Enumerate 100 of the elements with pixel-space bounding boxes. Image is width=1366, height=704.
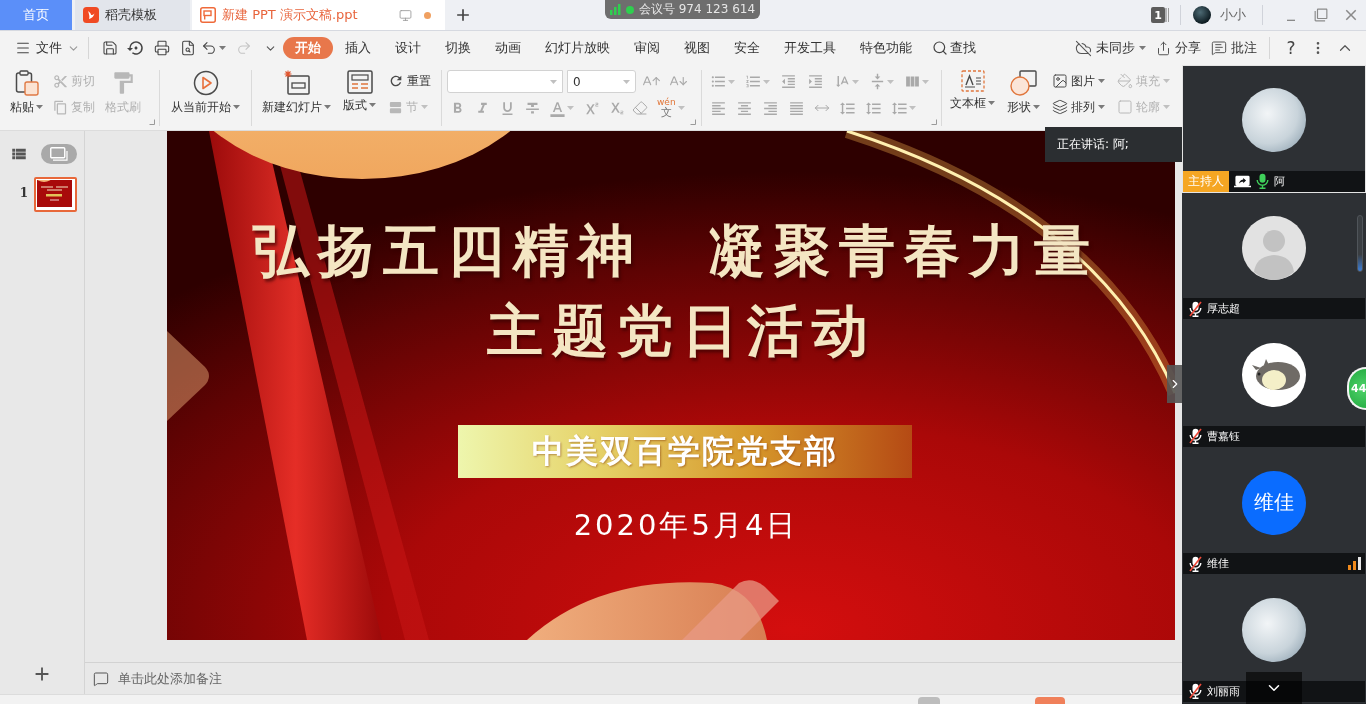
caret-icon [988, 101, 995, 105]
print-preview-icon[interactable] [180, 40, 196, 56]
refresh-icon [388, 73, 404, 89]
status-bar-button[interactable] [918, 697, 940, 704]
comment-icon [1211, 40, 1227, 56]
copy-icon [53, 99, 68, 115]
share-button[interactable]: 分享 [1156, 39, 1201, 57]
caret-icon [1098, 79, 1105, 83]
layout-button[interactable]: 版式 [341, 70, 378, 126]
slide-thumbnail[interactable] [34, 177, 77, 212]
caret-icon[interactable] [763, 79, 770, 84]
dialog-launcher-icon[interactable] [690, 119, 696, 125]
ribbon-tab[interactable]: 安全 [722, 37, 772, 59]
window-count-badge[interactable]: 1 [1151, 7, 1165, 23]
paint-bucket-icon [1117, 73, 1133, 89]
user-name[interactable]: 小小 [1220, 6, 1246, 24]
layout-icon [346, 70, 373, 94]
new-slide-button[interactable]: 新建幻灯片 [260, 70, 333, 126]
paste-button[interactable]: 粘贴 [8, 70, 45, 126]
font-size-field[interactable]: 0 [567, 70, 636, 93]
notes-field[interactable]: 单击此处添加备注 [118, 671, 378, 686]
slide-date: 2020年5月4日 [573, 507, 799, 543]
collapse-panel-button[interactable] [1167, 365, 1182, 403]
caret-icon[interactable] [219, 46, 226, 50]
ribbon-tab[interactable]: 视图 [672, 37, 722, 59]
user-avatar[interactable] [1193, 6, 1211, 24]
dialog-launcher-icon[interactable] [931, 119, 937, 125]
shape-button[interactable]: 形状 [1005, 70, 1042, 126]
shapes-icon [1009, 70, 1038, 96]
search-button[interactable]: 查找 [932, 39, 976, 57]
host-badge: 主持人 [1183, 170, 1229, 192]
section-icon [388, 99, 403, 115]
caret-icon [1098, 105, 1105, 109]
text-box-button[interactable]: 文本框 [948, 70, 997, 126]
share-icon [1156, 40, 1171, 56]
presentation-file-icon [200, 7, 216, 23]
caret-icon [550, 80, 557, 84]
cloud-off-icon [1075, 39, 1092, 57]
dialog-launcher-icon[interactable] [149, 119, 155, 125]
muted-mic-icon[interactable] [1189, 300, 1202, 317]
arrange-button[interactable]: 排列 [1050, 96, 1107, 118]
caret-icon [1163, 79, 1170, 83]
initials-avatar: 维佳 [1242, 470, 1306, 535]
ribbon-tab[interactable]: 切换 [433, 37, 483, 59]
muted-mic-icon[interactable] [1189, 683, 1202, 700]
new-slide-icon [283, 70, 310, 96]
ribbon-tab[interactable]: 动画 [483, 37, 533, 59]
print-icon[interactable] [154, 40, 170, 56]
caret-icon [421, 105, 428, 109]
status-bar-button[interactable] [1035, 697, 1065, 704]
participant-name: 阿 [1274, 173, 1285, 189]
image-icon [1052, 73, 1068, 89]
sync-button[interactable]: 未同步 [1075, 39, 1146, 57]
caret-icon[interactable] [852, 79, 859, 84]
caret-icon [1033, 105, 1040, 109]
participant-name: 刘丽雨 [1207, 683, 1240, 699]
font-name-field[interactable] [447, 70, 563, 93]
menu-icon [15, 40, 31, 56]
ribbon-tab[interactable]: 特色功能 [848, 37, 924, 59]
caret-icon[interactable] [909, 106, 916, 110]
monitor-icon[interactable] [399, 8, 412, 22]
undo-icon[interactable] [201, 40, 217, 56]
ribbon-tab[interactable]: 审阅 [622, 37, 672, 59]
mic-icon[interactable] [1256, 173, 1269, 190]
participant-name: 厚志超 [1207, 301, 1240, 317]
ribbon-tab[interactable]: 开发工具 [772, 37, 848, 59]
slide-subtitle: 主题党日活动 [486, 297, 877, 363]
vertical-lines-icon [1165, 8, 1170, 22]
caret-icon[interactable] [887, 79, 894, 84]
ribbon-tab[interactable]: 幻灯片放映 [533, 37, 622, 59]
restore-window-icon[interactable] [1314, 8, 1328, 22]
picture-button[interactable]: 图片 [1050, 70, 1107, 92]
caret-icon[interactable] [677, 106, 685, 110]
comment-button[interactable]: 批注 [1211, 39, 1257, 57]
muted-mic-icon[interactable] [1189, 555, 1202, 572]
caret-icon [1163, 105, 1170, 109]
reset-button[interactable]: 重置 [386, 70, 433, 92]
caret-icon [369, 103, 376, 107]
ribbon-tab[interactable]: 设计 [383, 37, 433, 59]
caret-icon [233, 105, 240, 109]
thumbnails-view-button[interactable] [41, 144, 77, 164]
expand-button[interactable] [1246, 672, 1302, 704]
help-button[interactable]: ? [1282, 38, 1300, 58]
document-tab[interactable]: 新建 PPT 演示文稿.ppt [192, 0, 445, 30]
speech-bubble-icon [93, 670, 109, 687]
circular-arrow-icon[interactable] [127, 39, 145, 57]
participant-name: 曹嘉钰 [1207, 428, 1240, 444]
ribbon-tab[interactable]: 插入 [333, 37, 383, 59]
file-menu-button[interactable]: 文件 [15, 36, 80, 60]
outline-square-icon [1117, 99, 1133, 115]
muted-mic-icon[interactable] [1189, 428, 1202, 445]
caret-icon[interactable] [922, 79, 929, 84]
user-silhouette-avatar [1242, 215, 1306, 280]
caret-icon[interactable] [567, 106, 574, 110]
slides-icon [50, 147, 68, 161]
caret-icon [324, 105, 331, 109]
play-from-current-button[interactable]: 从当前开始 [169, 70, 242, 126]
caret-icon[interactable] [728, 79, 735, 84]
save-icon[interactable] [102, 40, 118, 56]
template-tab[interactable]: 稻壳模板 [75, 0, 190, 30]
